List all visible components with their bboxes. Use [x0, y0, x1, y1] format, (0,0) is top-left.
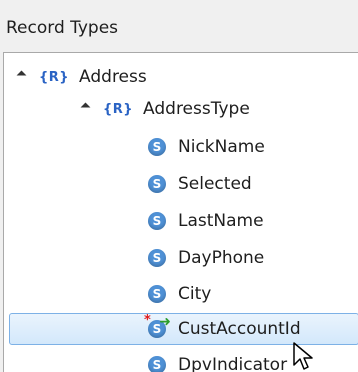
tree-field-label: DayPhone: [178, 248, 265, 268]
tree-field-item[interactable]: S LastName: [148, 205, 264, 237]
s-field-icon: S: [148, 138, 166, 156]
tree-field-label: LastName: [178, 211, 264, 231]
expand-toggle-icon[interactable]: [16, 70, 27, 80]
panel-title: Record Types: [6, 18, 119, 38]
record-type-icon: {R}: [103, 101, 134, 117]
s-field-icon: S: [148, 249, 166, 267]
s-field-icon: S: [148, 212, 166, 230]
s-field-new-icon: S * ➜: [144, 313, 171, 338]
tree-field-item[interactable]: S Selected: [148, 168, 252, 200]
tree-node-label: Address: [79, 67, 147, 87]
new-star-icon: *: [144, 313, 151, 328]
expand-toggle-icon[interactable]: [80, 102, 91, 112]
tree-field-label: NickName: [178, 137, 265, 157]
tree-node-addresstype[interactable]: {R} AddressType: [80, 93, 250, 125]
tree-field-label: City: [178, 284, 212, 304]
tree-node-label: AddressType: [143, 99, 250, 119]
record-types-tree[interactable]: {R} Address {R} AddressType S NickName S…: [3, 52, 358, 372]
tree-node-address[interactable]: {R} Address: [16, 61, 147, 93]
s-field-icon: S: [148, 356, 166, 372]
tree-field-item[interactable]: S DayPhone: [148, 242, 264, 274]
green-arrow-icon: ➜: [159, 314, 171, 330]
tree-field-item[interactable]: S DpvIndicator: [148, 349, 287, 372]
mouse-pointer-icon: [293, 342, 313, 370]
s-field-icon: S: [148, 285, 166, 303]
tree-field-label: Selected: [178, 174, 252, 194]
tree-field-label: CustAccountId: [178, 319, 301, 339]
tree-field-item[interactable]: S City: [148, 278, 211, 310]
tree-field-item[interactable]: S NickName: [148, 131, 265, 163]
s-field-icon: S: [148, 175, 166, 193]
record-type-icon: {R}: [39, 69, 70, 85]
tree-field-label: DpvIndicator: [178, 355, 288, 372]
